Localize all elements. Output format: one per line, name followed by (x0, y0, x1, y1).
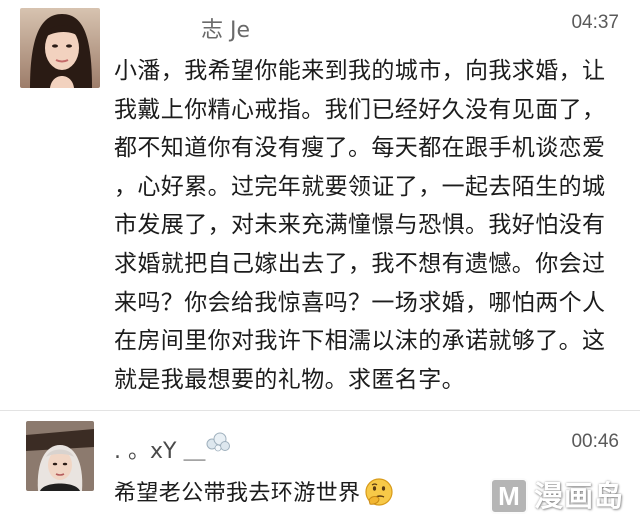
comment-text: 小潘，我希望你能来到我的城市，向我求婚，让 我戴上你精心戒指。我们已经好久没有见… (114, 52, 620, 399)
username[interactable]: . 。xY ＿ (114, 433, 205, 465)
watermark: M 漫画岛 (490, 476, 636, 516)
comment-item: . 。xY ＿ 00:46 希望老公带我去环游世界 M 漫画岛 (0, 410, 640, 518)
comment-line: 在房间里你对我许下相濡以沫的承诺就够了。这 (114, 328, 606, 355)
avatar[interactable] (20, 8, 100, 88)
comment-line: 求婚就把自己嫁出去了，我不想有遗憾。你会过 (114, 250, 606, 277)
comment-line: ，心好累。过完年就要领证了，一起去陌生的城 (114, 173, 606, 200)
username[interactable]: 志 Je (201, 12, 250, 44)
timestamp: 04:37 (571, 12, 619, 33)
comment-item: 志 Je 04:37 小潘，我希望你能来到我的城市，向我求婚，让 我戴上你精心戒… (0, 0, 640, 410)
bubble-sticker-icon (205, 431, 231, 453)
watermark-badge: M (490, 478, 528, 514)
watermark-text: 漫画岛 (534, 479, 625, 513)
comment-line: 希望老公带我去环游世界 (114, 481, 361, 506)
timestamp: 00:46 (571, 431, 619, 452)
comment-line: 小潘，我希望你能来到我的城市，向我求婚，让 (114, 58, 606, 84)
avatar[interactable] (26, 421, 94, 491)
comment-line: 就是我最想要的礼物。求匿名字。 (114, 366, 465, 393)
comment-line: 都不知道你有没有瘦了。每天都在跟手机谈恋爱 (114, 135, 606, 162)
comment-line: 来吗？你会给我惊喜吗？一场求婚，哪怕两个人 (114, 289, 606, 316)
thinking-face-emoji-icon (364, 477, 394, 507)
comment-line: 市发展了，对未来充满憧憬与恐惧。我好怕没有 (114, 212, 606, 239)
comment-text: 希望老公带我去环游世界 (114, 475, 394, 509)
comment-line: 我戴上你精心戒指。我们已经好久没有见面了， (114, 96, 606, 123)
